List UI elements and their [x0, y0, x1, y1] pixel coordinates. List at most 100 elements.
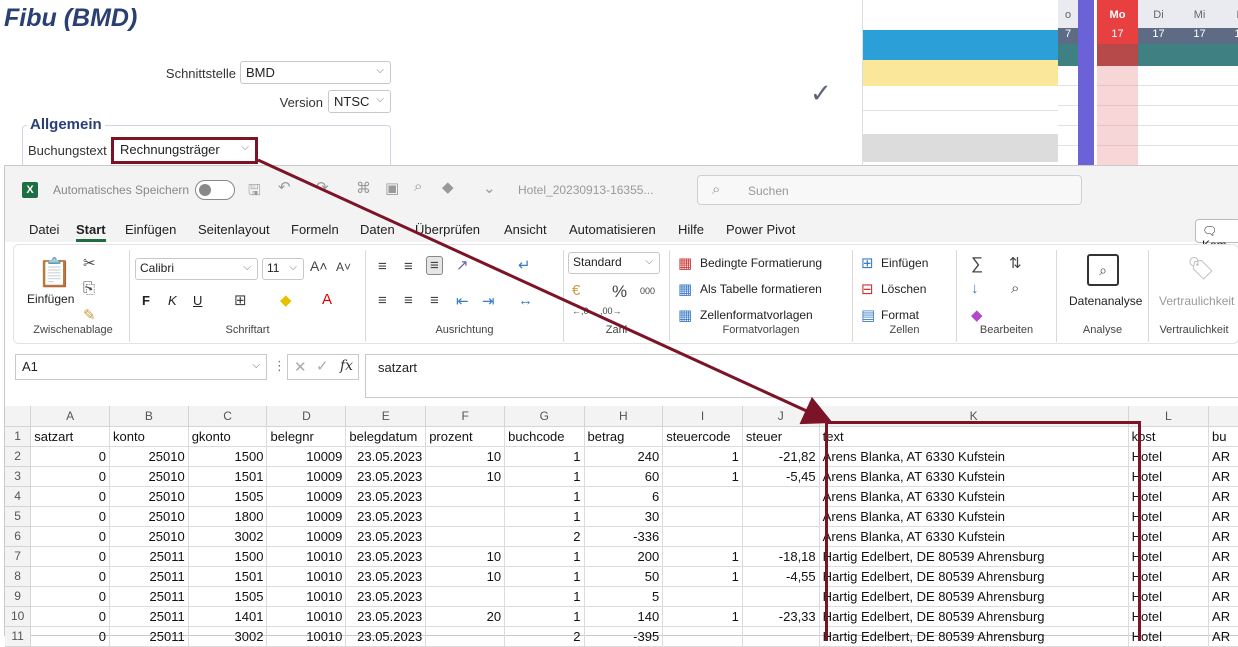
- decrease-font-icon[interactable]: A˅: [336, 260, 351, 274]
- cell[interactable]: 0: [30, 486, 111, 507]
- menu-tab-hilfe[interactable]: Hilfe: [678, 222, 704, 237]
- insert-cells-icon[interactable]: ⊞: [861, 254, 874, 272]
- data-analysis-icon[interactable]: ⌕: [1087, 254, 1119, 286]
- cell[interactable]: 140: [584, 606, 664, 627]
- cell[interactable]: 1501: [188, 466, 268, 487]
- cell[interactable]: buchcode: [504, 426, 585, 447]
- cell[interactable]: 50: [584, 566, 664, 587]
- insert-function-icon[interactable]: fx: [340, 358, 353, 374]
- cell[interactable]: 1: [504, 566, 585, 587]
- calendar-day-o[interactable]: o7: [1058, 0, 1078, 166]
- cell-styles-button[interactable]: Zellenformatvorlagen: [700, 308, 813, 322]
- sensitivity-icon[interactable]: 🏷: [1187, 256, 1215, 282]
- column-header-F[interactable]: F: [425, 406, 506, 427]
- paste-button[interactable]: Einfügen: [27, 292, 74, 306]
- cell[interactable]: 30: [584, 506, 664, 527]
- cell[interactable]: 1401: [188, 606, 268, 627]
- cell[interactable]: 23.05.2023: [345, 606, 427, 627]
- align-bottom-icon[interactable]: ≡: [426, 256, 443, 275]
- format-cells-button[interactable]: Format: [881, 308, 919, 322]
- cell[interactable]: AR: [1208, 626, 1238, 647]
- format-painter-icon[interactable]: ✎: [83, 306, 96, 324]
- cell[interactable]: 60: [584, 466, 664, 487]
- cell[interactable]: 6: [584, 486, 664, 507]
- cell[interactable]: 23.05.2023: [345, 446, 427, 467]
- cell[interactable]: [742, 526, 820, 547]
- booking-bar-yellow[interactable]: [863, 60, 1066, 86]
- fill-color-icon[interactable]: ◆: [280, 291, 292, 309]
- cell[interactable]: 10010: [266, 546, 347, 567]
- cell[interactable]: satzart: [30, 426, 111, 447]
- menu-tab-formeln[interactable]: Formeln: [291, 222, 339, 237]
- checkmark-icon[interactable]: ✓: [810, 78, 832, 109]
- delete-cells-icon[interactable]: ⊟: [861, 280, 874, 298]
- cell[interactable]: 240: [584, 446, 664, 467]
- cell[interactable]: 0: [30, 566, 111, 587]
- cell[interactable]: 25011: [109, 566, 189, 587]
- cell[interactable]: [662, 526, 743, 547]
- cell[interactable]: 10009: [266, 446, 347, 467]
- cell[interactable]: AR: [1208, 486, 1238, 507]
- increase-indent-icon[interactable]: ⇥: [482, 292, 495, 310]
- row-header[interactable]: 4: [5, 486, 32, 507]
- delete-cells-button[interactable]: Löschen: [881, 282, 926, 296]
- cancel-icon[interactable]: ✕: [294, 358, 307, 376]
- sort-filter-icon[interactable]: ⇅: [1009, 254, 1022, 272]
- paste-icon[interactable]: 📋: [37, 256, 72, 289]
- cut-icon[interactable]: ✂: [83, 254, 96, 272]
- cell[interactable]: AR: [1208, 466, 1238, 487]
- wrap-text-icon[interactable]: ↵: [518, 256, 531, 274]
- more-options-icon[interactable]: ⋮: [273, 358, 286, 374]
- cell[interactable]: AR: [1208, 526, 1238, 547]
- font-color-icon[interactable]: A: [322, 291, 332, 308]
- column-header-J[interactable]: J: [742, 406, 820, 427]
- conditional-format-icon[interactable]: ▦: [678, 254, 692, 272]
- row-header[interactable]: 1: [5, 426, 32, 447]
- find-select-icon[interactable]: ⌕: [1011, 280, 1019, 297]
- autosum-icon[interactable]: ∑: [971, 254, 983, 274]
- cell[interactable]: 23.05.2023: [345, 566, 427, 587]
- row-header[interactable]: 7: [5, 546, 32, 567]
- cell[interactable]: 23.05.2023: [345, 526, 427, 547]
- cell[interactable]: -4,55: [742, 566, 820, 587]
- cell[interactable]: [662, 626, 743, 647]
- cell[interactable]: steuercode: [662, 426, 743, 447]
- cell[interactable]: 10: [425, 546, 506, 567]
- schnittstelle-select[interactable]: BMD ⌵: [240, 61, 391, 84]
- cell[interactable]: AR: [1208, 566, 1238, 587]
- cell[interactable]: 200: [584, 546, 664, 567]
- row-header[interactable]: 2: [5, 446, 32, 467]
- column-header-A[interactable]: A: [30, 406, 111, 427]
- cell[interactable]: belegdatum: [345, 426, 427, 447]
- redo-icon[interactable]: ↷: [316, 178, 329, 196]
- align-top-icon[interactable]: ≡: [378, 258, 387, 275]
- menu-tab-daten[interactable]: Daten: [360, 222, 395, 237]
- cell[interactable]: 10010: [266, 566, 347, 587]
- border-icon[interactable]: ⊞: [234, 291, 247, 309]
- cell[interactable]: 10010: [266, 586, 347, 607]
- cell[interactable]: 1: [504, 606, 585, 627]
- column-header-D[interactable]: D: [266, 406, 347, 427]
- cell[interactable]: 10009: [266, 486, 347, 507]
- cell[interactable]: 25010: [109, 506, 189, 527]
- cell[interactable]: 10010: [266, 606, 347, 627]
- cell[interactable]: 25011: [109, 586, 189, 607]
- cell[interactable]: [662, 506, 743, 527]
- fill-color-icon[interactable]: ◆: [442, 178, 454, 196]
- cell[interactable]: [425, 586, 506, 607]
- cell[interactable]: 1: [662, 546, 743, 567]
- cell[interactable]: 0: [30, 466, 111, 487]
- confirm-icon[interactable]: ✓: [316, 357, 329, 375]
- cell-styles-icon[interactable]: ▦: [678, 306, 692, 324]
- thousands-icon[interactable]: 000: [640, 286, 655, 296]
- cell[interactable]: 20: [425, 606, 506, 627]
- cell[interactable]: 1505: [188, 486, 268, 507]
- undo-icon[interactable]: ↶: [278, 178, 291, 196]
- data-analysis-button[interactable]: Datenanalyse: [1069, 294, 1142, 308]
- cell[interactable]: 2: [504, 626, 585, 647]
- cell[interactable]: konto: [109, 426, 189, 447]
- cell[interactable]: 23.05.2023: [345, 626, 427, 647]
- cell[interactable]: betrag: [584, 426, 664, 447]
- row-header[interactable]: 6: [5, 526, 32, 547]
- cell[interactable]: 1: [504, 506, 585, 527]
